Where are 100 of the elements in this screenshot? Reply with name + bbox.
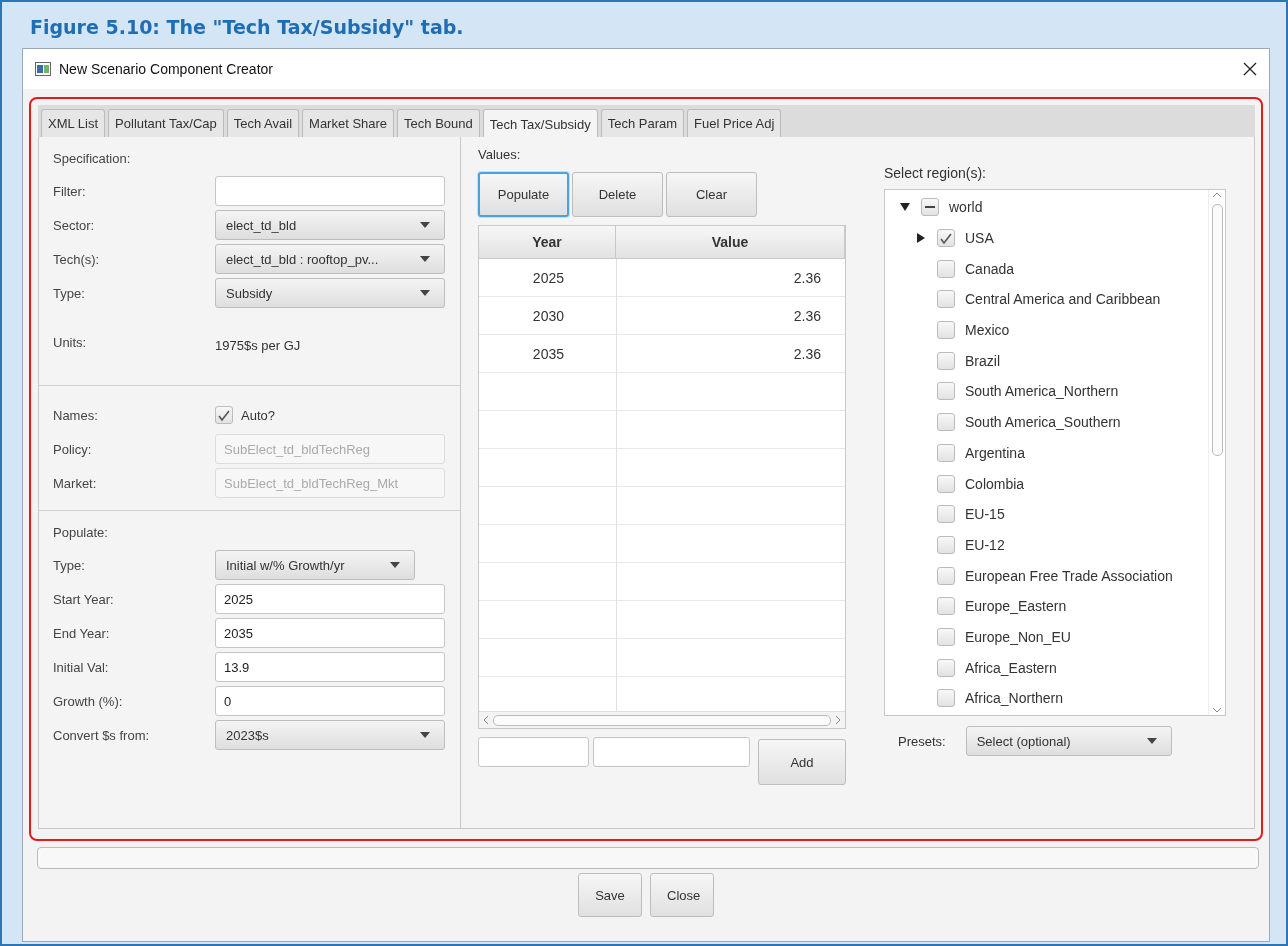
- scroll-right-icon[interactable]: [835, 716, 841, 724]
- section-heading: Populate:: [53, 525, 109, 540]
- column-header[interactable]: Value: [616, 226, 845, 258]
- text-field[interactable]: 13.9: [215, 652, 445, 682]
- year-input-field[interactable]: [478, 737, 589, 767]
- field-label: Type:: [53, 285, 86, 301]
- table-cell-text: 2.36: [792, 345, 822, 364]
- region-label[interactable]: Brazil: [965, 352, 1000, 369]
- checkbox[interactable]: [937, 321, 955, 340]
- footer-button[interactable]: Save: [578, 873, 642, 917]
- checkbox[interactable]: [937, 535, 955, 554]
- scroll-down-icon[interactable]: [1212, 707, 1222, 713]
- vertical-scrollbar[interactable]: [1208, 190, 1225, 715]
- table-cell-text: 2030: [531, 307, 565, 326]
- section-heading: Specification:: [53, 151, 132, 166]
- add-button[interactable]: Add: [758, 739, 846, 785]
- field-label: End Year:: [53, 625, 111, 641]
- column-header[interactable]: Year: [479, 226, 616, 258]
- field-label: Filter:: [53, 183, 87, 199]
- field-label: Names:: [53, 407, 99, 423]
- checkbox[interactable]: [937, 290, 955, 309]
- dropdown[interactable]: 2023$s: [215, 720, 445, 750]
- tab[interactable]: Tech Param: [600, 109, 685, 137]
- expanded-arrow-icon[interactable]: [900, 203, 910, 212]
- region-label[interactable]: Europe_Non_EU: [965, 628, 1071, 645]
- region-label[interactable]: European Free Trade Association: [965, 567, 1173, 584]
- checkbox[interactable]: [937, 351, 955, 370]
- field-label: Policy:: [53, 441, 93, 457]
- scroll-left-icon[interactable]: [483, 716, 489, 724]
- field-label: Units:: [53, 335, 88, 350]
- checkbox[interactable]: [937, 505, 955, 524]
- window-title: New Scenario Component Creator: [59, 61, 274, 77]
- dash-icon: [925, 206, 935, 209]
- table-cell-text: 2.36: [792, 307, 822, 326]
- dropdown[interactable]: elect_td_bld: [215, 210, 445, 240]
- field-label: Initial Val:: [53, 659, 110, 675]
- scroll-up-icon[interactable]: [1212, 192, 1222, 198]
- region-label[interactable]: world: [949, 199, 983, 216]
- dropdown[interactable]: Initial w/% Growth/yr: [215, 550, 415, 580]
- value-input-field[interactable]: [593, 737, 750, 767]
- checkbox[interactable]: [937, 658, 955, 677]
- dropdown-arrow-icon: [420, 222, 430, 228]
- checkbox[interactable]: [937, 443, 955, 462]
- tab[interactable]: Pollutant Tax/Cap: [108, 109, 224, 137]
- action-button[interactable]: Clear: [666, 172, 757, 217]
- tab[interactable]: Tech Avail: [226, 109, 300, 137]
- field-label: Market:: [53, 475, 98, 491]
- region-label[interactable]: Colombia: [965, 475, 1025, 492]
- checkbox[interactable]: [921, 198, 939, 217]
- values-heading: Values:: [478, 147, 522, 162]
- checkbox[interactable]: [937, 566, 955, 585]
- presets-dropdown[interactable]: Select (optional): [965, 726, 1172, 756]
- region-label[interactable]: EU-15: [965, 506, 1005, 523]
- checkbox[interactable]: [215, 406, 233, 424]
- dropdown-arrow-icon: [390, 562, 400, 568]
- checkbox[interactable]: [937, 413, 955, 432]
- checkbox[interactable]: [937, 689, 955, 708]
- text-field[interactable]: 2035: [215, 618, 445, 648]
- tab[interactable]: Tech Tax/Subsidy: [482, 109, 598, 138]
- tab[interactable]: Fuel Price Adj: [687, 109, 782, 137]
- dropdown-arrow-icon: [420, 256, 430, 262]
- tab[interactable]: Tech Bound: [397, 109, 480, 137]
- figure-caption: Figure 5.10: The "Tech Tax/Subsidy" tab.: [29, 15, 465, 40]
- table-cell-text: 2035: [531, 345, 565, 364]
- text-field[interactable]: 2025: [215, 584, 445, 614]
- checkbox[interactable]: [937, 382, 955, 401]
- dropdown[interactable]: elect_td_bld : rooftop_pv...: [215, 244, 445, 274]
- region-label[interactable]: South America_Southern: [965, 414, 1121, 431]
- footer-button[interactable]: Close: [650, 873, 714, 917]
- dropdown[interactable]: Subsidy: [215, 278, 445, 308]
- collapsed-arrow-icon[interactable]: [917, 233, 925, 244]
- region-label[interactable]: Mexico: [965, 322, 1010, 339]
- checkbox[interactable]: [937, 597, 955, 616]
- region-label[interactable]: USA: [965, 230, 994, 247]
- region-label[interactable]: Central America and Caribbean: [965, 291, 1161, 308]
- horizontal-scrollbar[interactable]: [479, 711, 845, 728]
- tab[interactable]: Market Share: [302, 109, 395, 137]
- field-label: Convert $s from:: [53, 727, 151, 743]
- region-label[interactable]: South America_Northern: [965, 383, 1119, 400]
- checkbox[interactable]: [937, 627, 955, 646]
- tab[interactable]: XML List: [41, 109, 106, 137]
- region-label[interactable]: Canada: [965, 260, 1015, 277]
- text-field[interactable]: 0: [215, 686, 445, 716]
- checkbox[interactable]: [937, 259, 955, 278]
- text-field[interactable]: [215, 176, 445, 206]
- region-label[interactable]: Europe_Eastern: [965, 598, 1067, 615]
- action-button[interactable]: Populate: [478, 172, 569, 217]
- region-label[interactable]: Argentina: [965, 444, 1025, 461]
- region-label[interactable]: EU-12: [965, 536, 1005, 553]
- checkbox[interactable]: [937, 229, 955, 248]
- field-label: Start Year:: [53, 591, 115, 607]
- region-label[interactable]: Africa_Northern: [965, 690, 1064, 707]
- dropdown-arrow-icon: [1146, 738, 1157, 744]
- units-value: 1975$s per GJ: [215, 338, 302, 353]
- dropdown-arrow-icon: [420, 732, 430, 738]
- checkbox[interactable]: [937, 474, 955, 493]
- region-label[interactable]: Africa_Eastern: [965, 659, 1057, 676]
- close-icon[interactable]: [1243, 62, 1257, 76]
- action-button[interactable]: Delete: [572, 172, 663, 217]
- presets-label: Presets:: [898, 733, 946, 749]
